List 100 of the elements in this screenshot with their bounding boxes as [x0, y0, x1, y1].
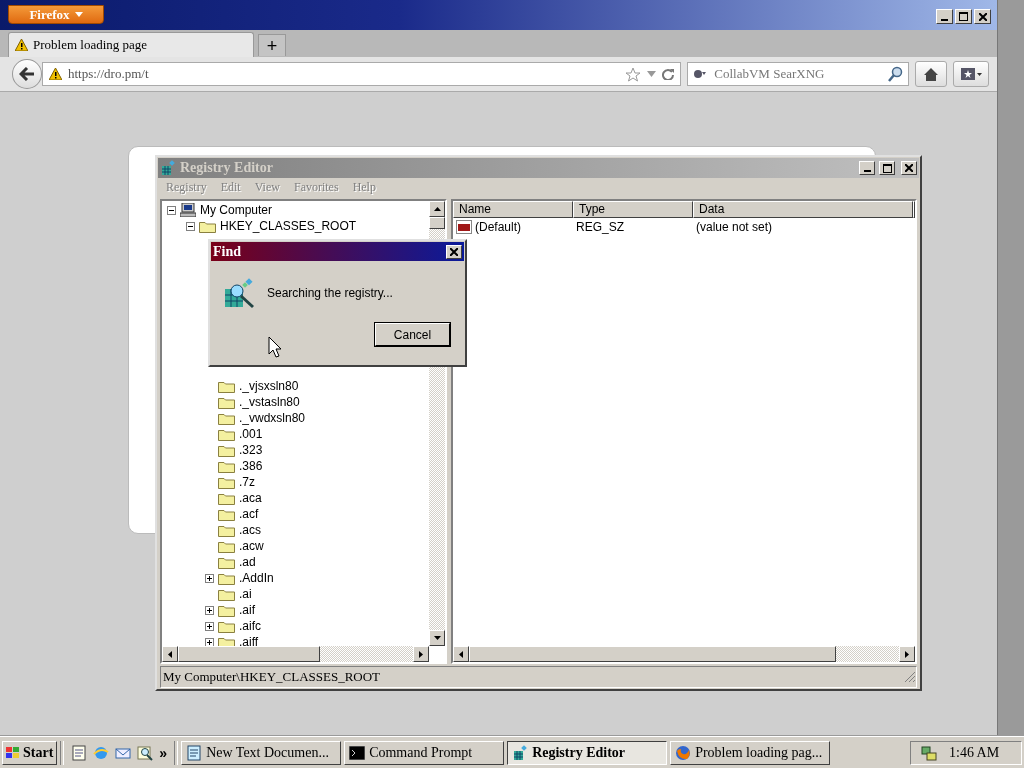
notepad-icon — [186, 744, 203, 761]
windows-logo-icon — [6, 746, 20, 759]
taskbar-button[interactable]: New Text Documen... — [181, 740, 342, 765]
window-title-bar: Registry Editor — [158, 158, 919, 178]
dropdown-icon[interactable] — [647, 71, 657, 77]
minimize-button[interactable] — [936, 9, 953, 24]
folder-icon — [218, 443, 235, 457]
clock[interactable]: 1:46 AM — [949, 744, 1000, 761]
maximize-button[interactable] — [955, 9, 972, 24]
string-value-icon — [456, 220, 472, 234]
tree-item[interactable]: .acs — [238, 523, 262, 537]
new-tab-button[interactable]: + — [258, 34, 286, 56]
tree-item[interactable]: HKEY_CLASSES_ROOT — [219, 219, 358, 233]
registry-search-icon — [223, 277, 257, 309]
expand-icon[interactable] — [205, 573, 214, 583]
taskbar-button[interactable]: Problem loading pag... — [670, 740, 831, 765]
close-icon — [978, 12, 987, 21]
collapse-icon[interactable] — [186, 221, 195, 231]
address-bar[interactable]: https://dro.pm/t — [41, 62, 682, 86]
tree-item[interactable]: .ad — [238, 555, 257, 569]
scroll-right-button[interactable] — [413, 646, 429, 662]
tree-item[interactable]: ._vstasln80 — [238, 395, 301, 409]
folder-icon — [218, 603, 235, 617]
warning-icon — [15, 39, 28, 51]
scroll-down-button[interactable] — [429, 630, 445, 646]
reload-icon[interactable] — [662, 68, 675, 80]
search-icon[interactable] — [137, 744, 154, 761]
tree-item[interactable]: .001 — [238, 427, 264, 441]
back-button[interactable] — [12, 59, 42, 89]
bookmarks-button[interactable] — [953, 61, 989, 87]
scroll-left-button[interactable] — [453, 646, 469, 662]
home-button[interactable] — [915, 61, 948, 87]
tree-item[interactable]: .323 — [238, 443, 264, 457]
notepad-icon[interactable] — [71, 744, 88, 761]
up-arrow-icon — [433, 207, 441, 211]
computer-icon — [180, 203, 196, 217]
terminal-icon — [349, 745, 366, 760]
folder-icon — [218, 395, 235, 409]
right-arrow-icon — [905, 650, 909, 658]
status-text: My Computer\HKEY_CLASSES_ROOT — [163, 669, 382, 685]
taskbar-button[interactable]: Command Prompt — [344, 740, 505, 765]
scroll-up-button[interactable] — [429, 201, 445, 217]
registry-icon — [160, 160, 176, 176]
search-engine-icon[interactable] — [692, 68, 707, 80]
right-arrow-icon — [419, 650, 423, 658]
tree-item[interactable]: .386 — [238, 459, 264, 473]
minimize-button[interactable] — [859, 161, 875, 175]
tree-item[interactable]: .aiff — [238, 635, 260, 646]
collapse-icon[interactable] — [167, 205, 176, 215]
tree-item[interactable]: .AddIn — [238, 571, 275, 585]
folder-icon — [218, 379, 235, 393]
tree-item[interactable]: .aifc — [238, 619, 262, 633]
tree-item[interactable]: .acf — [238, 507, 260, 521]
left-arrow-icon — [168, 650, 172, 658]
folder-icon — [218, 523, 235, 537]
column-header[interactable]: Type — [573, 201, 693, 218]
tree-item[interactable]: ._vjsxsln80 — [238, 379, 300, 393]
tree-item[interactable]: My Computer — [199, 203, 274, 217]
tree-item[interactable]: ._vwdxsln80 — [238, 411, 307, 425]
more-button[interactable]: » — [159, 744, 168, 761]
start-button[interactable]: Start — [2, 740, 58, 765]
expand-icon[interactable] — [205, 605, 214, 615]
scroll-right-button[interactable] — [899, 646, 915, 662]
scroll-left-button[interactable] — [162, 646, 178, 662]
close-button[interactable] — [446, 244, 462, 259]
browser-tab[interactable]: Problem loading page — [8, 32, 254, 57]
folder-icon — [218, 411, 235, 425]
maximize-button[interactable] — [879, 161, 895, 175]
star-icon[interactable] — [625, 66, 642, 82]
cancel-button[interactable]: Cancel — [375, 323, 450, 346]
dialog-title: Find — [213, 243, 241, 260]
taskbar-button[interactable]: Registry Editor — [507, 740, 668, 765]
close-button[interactable] — [901, 161, 917, 175]
column-header[interactable]: Data — [693, 201, 913, 218]
value-name[interactable]: (Default) — [475, 220, 521, 234]
search-icon[interactable] — [888, 66, 905, 82]
table-cell: REG_SZ — [576, 220, 624, 234]
down-arrow-icon — [433, 636, 441, 640]
scrollbar-thumb[interactable] — [429, 217, 445, 229]
minimize-icon — [863, 170, 871, 172]
column-header[interactable]: Name — [453, 201, 573, 218]
tree-item[interactable]: .ai — [238, 587, 253, 601]
home-icon — [923, 67, 940, 81]
folder-icon — [218, 507, 235, 521]
maximize-icon — [959, 12, 968, 21]
close-button[interactable] — [974, 9, 991, 24]
tree-item[interactable]: .acw — [238, 539, 265, 553]
browser-icon — [675, 744, 692, 761]
warning-icon — [48, 68, 62, 80]
search-box[interactable]: CollabVM SearXNG — [687, 62, 910, 86]
resize-grip-icon[interactable] — [904, 671, 916, 683]
expand-icon[interactable] — [205, 621, 214, 631]
close-icon — [905, 164, 913, 172]
bookmarks-icon — [960, 67, 982, 81]
tree-item[interactable]: .aif — [238, 603, 256, 617]
scrollbar-thumb[interactable] — [178, 646, 320, 662]
tree-item[interactable]: .aca — [238, 491, 263, 505]
folder-icon — [218, 475, 235, 489]
tree-item[interactable]: .7z — [238, 475, 256, 489]
network-icon[interactable] — [921, 744, 937, 761]
